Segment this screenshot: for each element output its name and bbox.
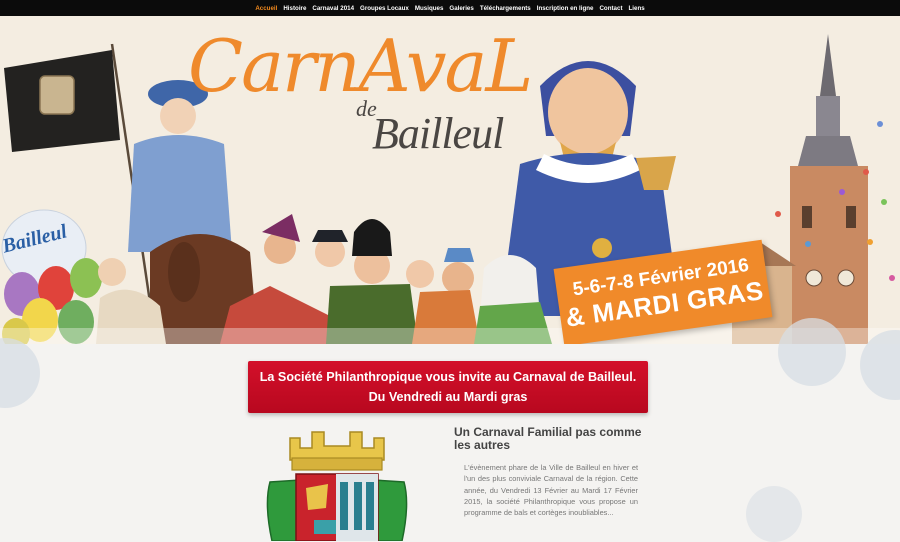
nav-item-t-l-chargements[interactable]: Téléchargements (480, 5, 531, 12)
hero-title-town: Bailleul (372, 109, 504, 158)
decor-bubble (746, 486, 802, 542)
nav-item-histoire[interactable]: Histoire (283, 5, 306, 12)
article-title: Un Carnaval Familial pas comme les autre… (454, 425, 642, 452)
invitation-banner: La Société Philanthropique vous invite a… (248, 361, 648, 413)
nav-item-groupes-locaux[interactable]: Groupes Locaux (360, 5, 409, 12)
nav-list: Accueil Histoire Carnaval 2014 Groupes Loca… (255, 5, 644, 12)
decor-bubble (0, 338, 40, 408)
flag-crest-icon (39, 75, 75, 115)
coat-of-arms-icon (266, 431, 408, 541)
article-body: L'évènement phare de la Ville de Bailleu… (464, 463, 638, 518)
nav-item-liens[interactable]: Liens (629, 5, 645, 12)
nav-item-carnaval-2014[interactable]: Carnaval 2014 (312, 5, 354, 12)
nav-item-accueil[interactable]: Accueil (255, 5, 277, 12)
nav-item-musiques[interactable]: Musiques (415, 5, 444, 12)
nav-item-galeries[interactable]: Galeries (449, 5, 473, 12)
invitation-text: La Société Philanthropique vous invite a… (259, 370, 637, 404)
decor-bubble (778, 318, 846, 386)
nav-item-inscription-en-ligne[interactable]: Inscription en ligne (537, 5, 594, 12)
top-navigation: Accueil Histoire Carnaval 2014 Groupes Loca… (0, 0, 900, 16)
hero-slider[interactable]: CarnAvaL de Bailleul Bailleul 5-6-7-8 Fé… (0, 16, 900, 344)
hero-title: CarnAvaL (188, 24, 533, 108)
nav-item-contact[interactable]: Contact (599, 5, 622, 12)
